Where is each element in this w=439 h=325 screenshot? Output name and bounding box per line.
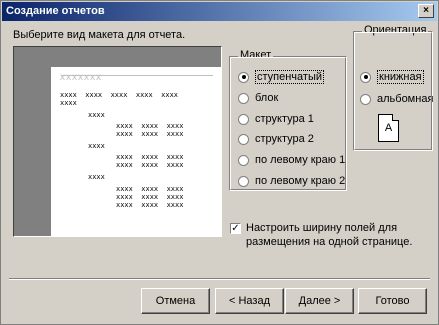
radio-icon: [238, 133, 249, 145]
layout-option-label: ступенчатый: [255, 70, 325, 84]
preview-row: xxxx xxxx xxxx: [116, 185, 184, 193]
layout-option-block[interactable]: блок: [238, 90, 278, 106]
preview-row: xxxx: [88, 142, 105, 150]
preview-header: xxxxxxx: [60, 72, 102, 83]
title-bar: Создание отчетов ×: [2, 2, 437, 21]
layout-option-stepped[interactable]: ступенчатый: [238, 69, 325, 85]
close-icon: ×: [423, 5, 429, 16]
preview-row: xxxx xxxx xxxx: [116, 122, 184, 130]
layout-option-label: структура 2: [255, 133, 314, 145]
layout-option-outline-2[interactable]: структура 2: [238, 131, 314, 147]
preview-row: xxxx: [60, 99, 77, 107]
layout-option-align-left-2[interactable]: по левому краю 2: [238, 173, 345, 189]
layout-option-outline-1[interactable]: структура 1: [238, 111, 314, 127]
button-separator: [9, 278, 430, 280]
cancel-button[interactable]: Отмена: [141, 288, 210, 314]
layout-group: Макет ступенчатый блок структура 1 струк…: [229, 49, 347, 191]
preview-column-headers: xxxx xxxx xxxx xxxx xxxx: [60, 91, 179, 99]
preview-row: xxxx xxxx xxxx: [116, 201, 184, 209]
layout-preview: xxxxxxx xxxx xxxx xxxx xxxx xxxx xxxx xx…: [13, 46, 222, 237]
orientation-option-label: альбомная: [377, 93, 434, 105]
fit-width-label: Настроить ширину полей для размещения на…: [246, 222, 413, 248]
orientation-portrait[interactable]: книжная: [360, 69, 424, 85]
portrait-page-icon: A: [378, 114, 399, 142]
preview-page: xxxxxxx xxxx xxxx xxxx xxxx xxxx xxxx xx…: [51, 67, 221, 236]
preview-row: xxxx xxxx xxxx: [116, 153, 184, 161]
radio-icon: [238, 92, 249, 104]
preview-row: xxxx xxxx xxxx: [116, 130, 184, 138]
fit-width-checkbox[interactable]: ✓: [230, 223, 241, 234]
next-button[interactable]: Далее >: [285, 288, 354, 314]
orientation-option-label: книжная: [377, 70, 424, 84]
layout-option-label: по левому краю 2: [255, 175, 346, 187]
page-icon-letter: A: [384, 122, 393, 134]
radio-icon: [238, 175, 249, 187]
radio-icon: [238, 113, 249, 125]
radio-icon: [238, 154, 249, 166]
layout-option-align-left-1[interactable]: по левому краю 1: [238, 152, 345, 168]
preview-row: xxxx xxxx xxxx: [116, 161, 184, 169]
layout-prompt: Выберите вид макета для отчета.: [13, 29, 186, 41]
report-wizard-window: Создание отчетов × Выберите вид макета д…: [0, 0, 439, 325]
back-button[interactable]: < Назад: [215, 288, 284, 314]
radio-icon: [360, 93, 371, 105]
check-icon: ✓: [231, 223, 240, 234]
finish-button[interactable]: Готово: [358, 288, 427, 314]
orientation-landscape[interactable]: альбомная: [360, 91, 433, 107]
orientation-group: Ориентация книжная альбомная A: [353, 24, 433, 151]
window-title: Создание отчетов: [6, 5, 105, 17]
preview-row: xxxx: [88, 173, 105, 181]
layout-option-label: структура 1: [255, 113, 314, 125]
preview-header-line: [61, 75, 213, 76]
layout-option-label: блок: [255, 92, 279, 104]
radio-selected-icon: [238, 71, 249, 83]
orientation-group-title: Ориентация: [362, 24, 429, 36]
radio-selected-icon: [360, 71, 371, 83]
preview-row: xxxx: [88, 111, 105, 119]
preview-row: xxxx xxxx xxxx: [116, 193, 184, 201]
close-button[interactable]: ×: [418, 4, 434, 18]
layout-option-label: по левому краю 1: [255, 154, 346, 166]
layout-group-title: Макет: [238, 49, 274, 61]
